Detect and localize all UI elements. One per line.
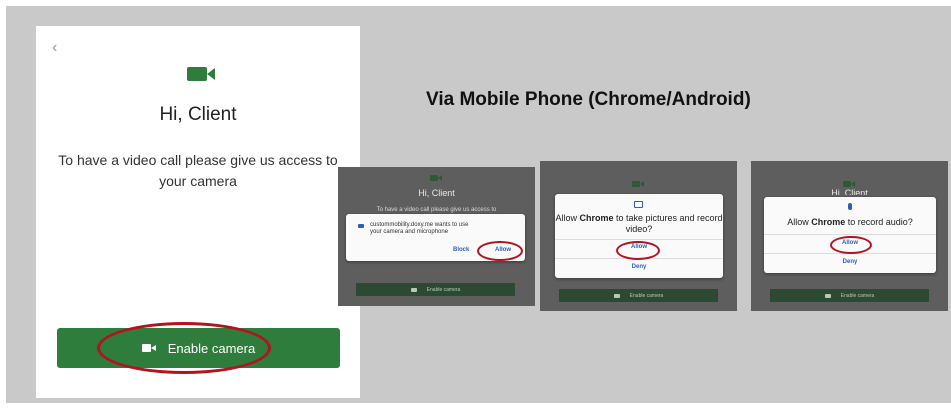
screenshot-chrome-site-prompt: Hi, Client To have a video call please g… (338, 167, 535, 306)
dialog-title: Allow Chrome to take pictures and record… (555, 213, 723, 234)
divider (555, 258, 723, 259)
screenshot-chrome-camera-permission: Allow Chrome to take pictures and record… (540, 161, 737, 311)
enable-camera-button[interactable]: Enable camera (57, 328, 340, 368)
video-camera-icon (187, 67, 215, 81)
enable-camera-label: Enable camera (840, 292, 875, 299)
screenshot-chrome-audio-permission: Hi, Client Allow Chrome to record audio?… (751, 161, 948, 311)
thumb-title: Hi, Client (831, 189, 868, 195)
video-camera-icon (843, 181, 855, 187)
video-camera-icon (824, 293, 831, 298)
video-camera-icon (613, 293, 620, 298)
allow-button[interactable]: Allow (555, 244, 723, 250)
divider (555, 239, 723, 240)
permission-dialog: custommobility.doxy.me wants to use your… (346, 214, 525, 261)
enable-camera-button[interactable]: Enable camera (770, 289, 929, 302)
enable-camera-label: Enable camera (629, 292, 664, 299)
main-phone-screen: ‹ Hi, Client To have a video call please… (36, 26, 360, 398)
section-heading: Via Mobile Phone (Chrome/Android) (426, 89, 751, 110)
permission-dialog: Allow Chrome to take pictures and record… (555, 194, 723, 278)
camera-access-message: To have a video call please give us acce… (58, 152, 338, 189)
back-chevron-icon[interactable]: ‹ (52, 40, 57, 56)
thumb-message: To have a video call please give us acce… (376, 207, 497, 213)
enable-camera-button[interactable]: Enable camera (356, 283, 515, 296)
microphone-icon (848, 203, 852, 210)
permission-text: custommobility.doxy.me wants to use your… (370, 222, 469, 235)
deny-button[interactable]: Deny (764, 259, 936, 265)
enable-camera-label: Enable camera (426, 286, 461, 293)
video-camera-icon (358, 224, 364, 228)
video-camera-icon (410, 287, 417, 292)
dialog-title: Allow Chrome to record audio? (787, 217, 913, 227)
divider (764, 253, 936, 254)
enable-camera-button[interactable]: Enable camera (559, 289, 718, 302)
thumb-title: Hi, Client (418, 188, 455, 198)
block-button[interactable]: Block (453, 247, 469, 253)
enable-camera-label: Enable camera (167, 340, 256, 356)
deny-button[interactable]: Deny (555, 264, 723, 270)
camera-icon (634, 201, 643, 208)
page-title: Hi, Client (159, 104, 237, 125)
video-camera-icon (632, 181, 644, 187)
video-camera-icon (430, 175, 442, 181)
permission-dialog: Allow Chrome to record audio? Allow Deny (764, 197, 936, 273)
video-camera-icon (141, 344, 156, 352)
allow-button[interactable]: Allow (495, 247, 511, 253)
allow-button[interactable]: Allow (764, 240, 936, 246)
divider (764, 234, 936, 235)
